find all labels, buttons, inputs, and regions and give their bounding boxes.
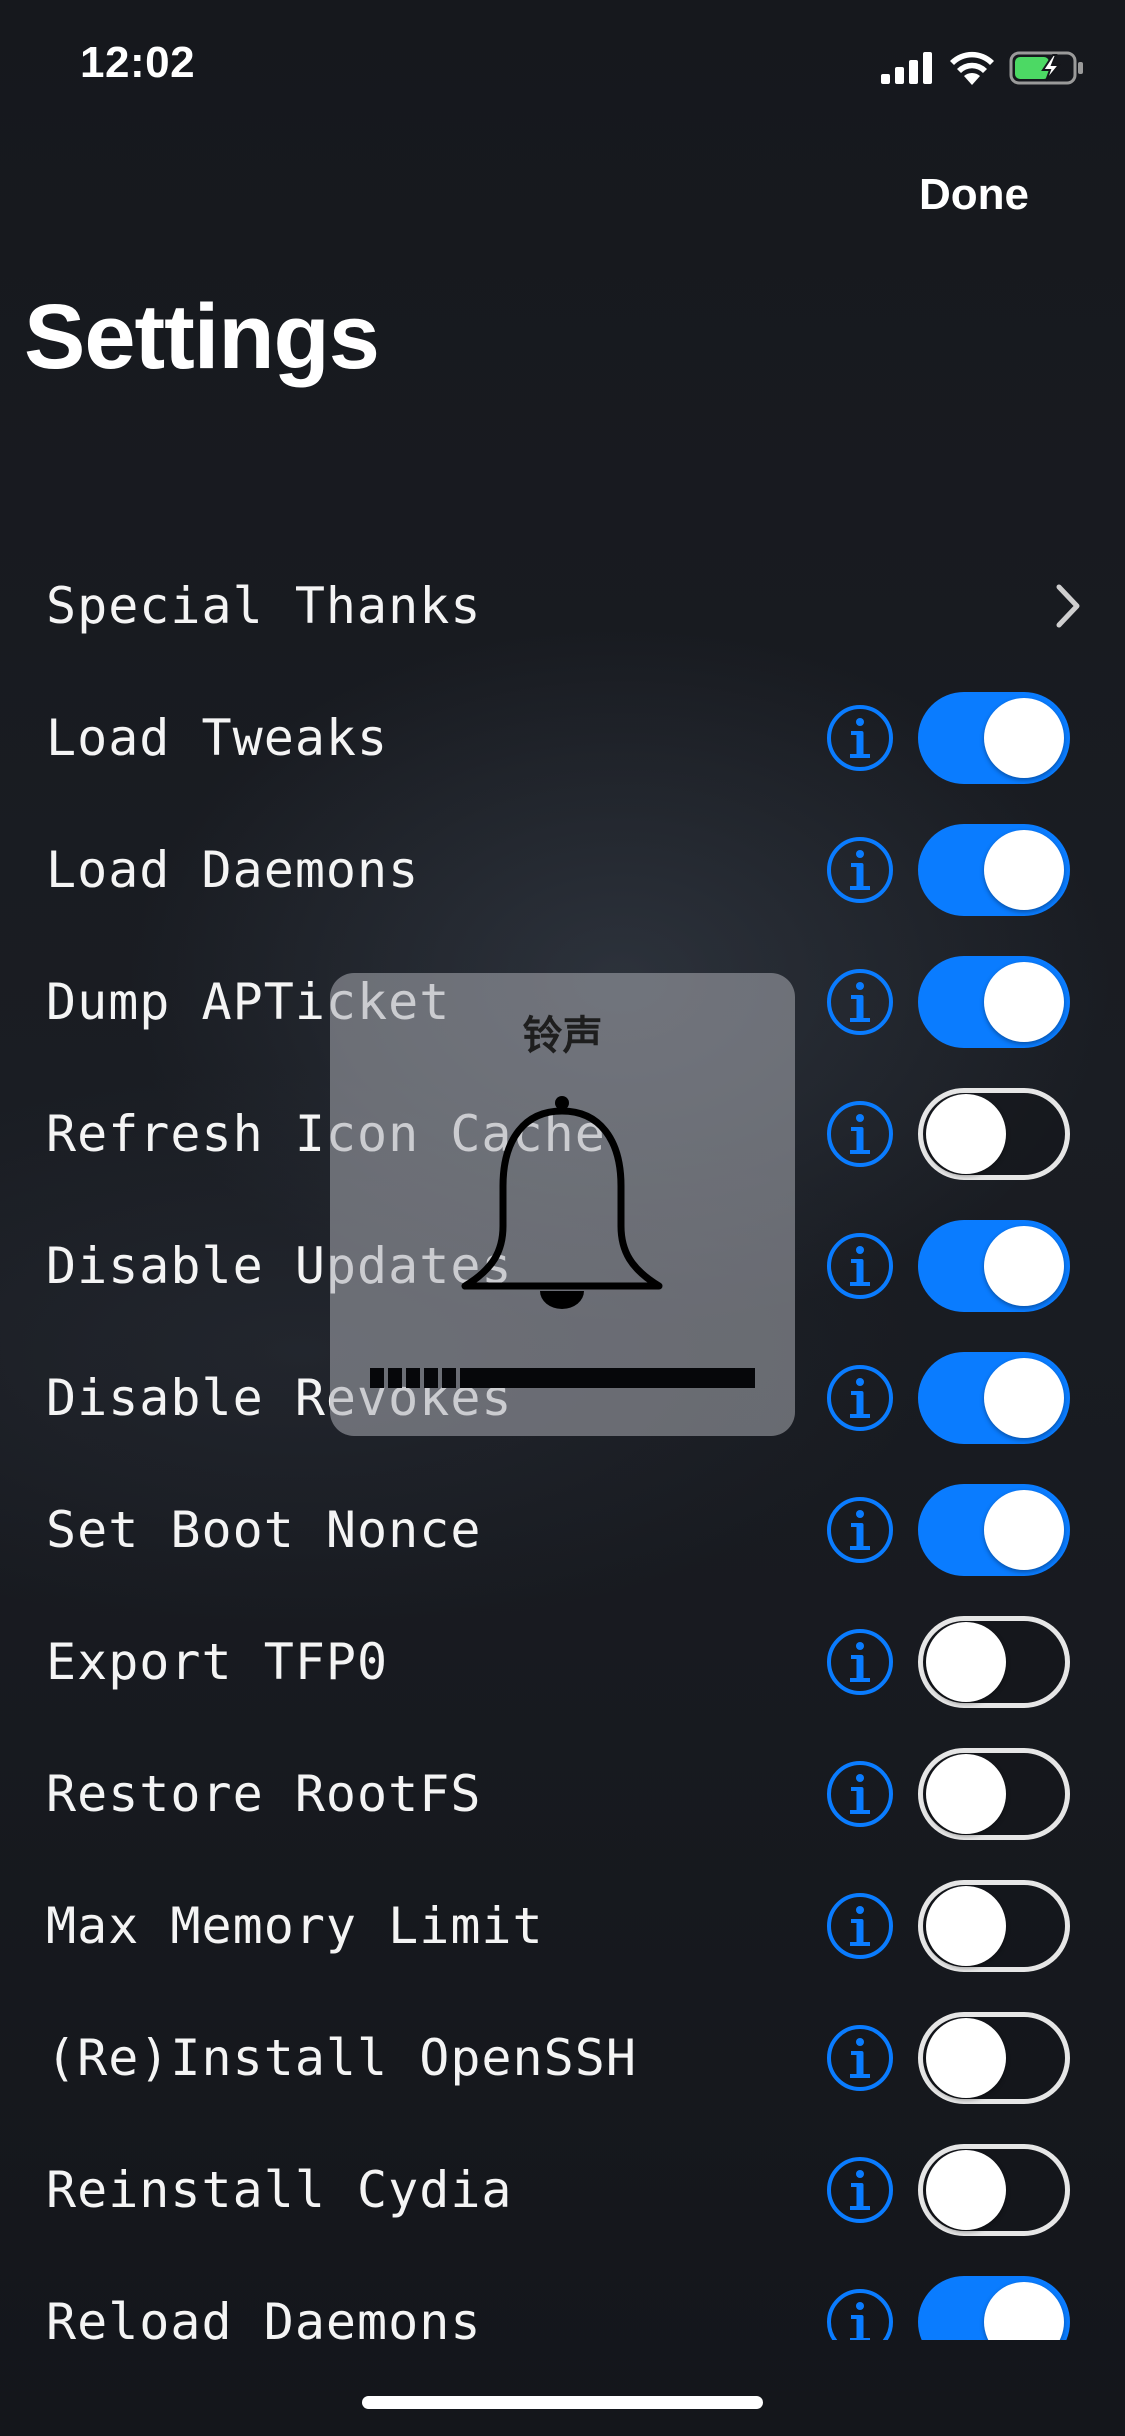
setting-toggle[interactable]: [918, 824, 1070, 916]
setting-toggle[interactable]: [918, 1352, 1070, 1444]
setting-label: Load Tweaks: [46, 709, 389, 767]
setting-row: Set Boot Nonce: [0, 1464, 1125, 1596]
setting-toggle[interactable]: [918, 1748, 1070, 1840]
cellular-signal-icon: [881, 52, 932, 84]
toggle-knob: [984, 698, 1064, 778]
setting-row: Reload Daemons: [0, 2256, 1125, 2340]
toggle-knob: [926, 1094, 1006, 1174]
toggle-knob: [984, 2282, 1064, 2340]
info-icon[interactable]: [825, 1759, 895, 1829]
info-icon[interactable]: [825, 1363, 895, 1433]
info-icon[interactable]: [825, 1891, 895, 1961]
setting-label: Restore RootFS: [46, 1765, 482, 1823]
info-icon[interactable]: [825, 1231, 895, 1301]
toggle-knob: [926, 1886, 1006, 1966]
info-icon[interactable]: [825, 1099, 895, 1169]
info-icon[interactable]: [825, 2287, 895, 2340]
page-title: Settings: [24, 286, 380, 388]
toggle-knob: [984, 1490, 1064, 1570]
toggle-knob: [926, 2150, 1006, 2230]
status-time: 12:02: [80, 38, 196, 87]
bell-icon: [461, 1096, 663, 1309]
home-indicator[interactable]: [362, 2396, 763, 2409]
setting-toggle[interactable]: [918, 2276, 1070, 2340]
info-icon[interactable]: [825, 835, 895, 905]
setting-row: Restore RootFS: [0, 1728, 1125, 1860]
setting-row: Load Daemons: [0, 804, 1125, 936]
done-button[interactable]: Done: [919, 170, 1029, 220]
volume-level-segment: [424, 1368, 438, 1388]
info-icon[interactable]: [825, 1627, 895, 1697]
setting-toggle[interactable]: [918, 1088, 1070, 1180]
special-thanks-row[interactable]: Special Thanks: [0, 540, 1125, 672]
info-icon[interactable]: [825, 967, 895, 1037]
info-icon[interactable]: [825, 2023, 895, 2093]
volume-hud: 铃声: [330, 973, 795, 1436]
setting-toggle[interactable]: [918, 956, 1070, 1048]
setting-label: Load Daemons: [46, 841, 420, 899]
volume-level-segment: [406, 1368, 420, 1388]
volume-level-fill: [460, 1368, 755, 1388]
setting-toggle[interactable]: [918, 1616, 1070, 1708]
info-icon[interactable]: [825, 703, 895, 773]
setting-row: Reinstall Cydia: [0, 2124, 1125, 2256]
setting-label: Max Memory Limit: [46, 1897, 544, 1955]
setting-row: (Re)Install OpenSSH: [0, 1992, 1125, 2124]
setting-toggle[interactable]: [918, 1880, 1070, 1972]
battery-charging-icon: [1009, 51, 1083, 85]
volume-level-bar: [370, 1368, 755, 1388]
status-icons: [881, 48, 1085, 88]
toggle-knob: [926, 2018, 1006, 2098]
setting-toggle[interactable]: [918, 2144, 1070, 2236]
volume-level-segment: [370, 1368, 384, 1388]
setting-label: Reload Daemons: [46, 2293, 482, 2340]
setting-label: Reinstall Cydia: [46, 2161, 513, 2219]
setting-toggle[interactable]: [918, 1220, 1070, 1312]
toggle-knob: [926, 1754, 1006, 1834]
setting-label: (Re)Install OpenSSH: [46, 2029, 637, 2087]
toggle-knob: [984, 962, 1064, 1042]
setting-label: Set Boot Nonce: [46, 1501, 482, 1559]
wifi-icon: [950, 51, 994, 85]
volume-hud-title: 铃声: [522, 1013, 603, 1059]
toggle-knob: [984, 1226, 1064, 1306]
setting-label: Export TFP0: [46, 1633, 389, 1691]
volume-level-segment: [442, 1368, 456, 1388]
setting-row: Max Memory Limit: [0, 1860, 1125, 1992]
volume-level-segment: [388, 1368, 402, 1388]
info-icon[interactable]: [825, 2155, 895, 2225]
settings-list: Special Thanks Load Tweaks Load Daemons Du…: [0, 540, 1125, 2340]
setting-toggle[interactable]: [918, 692, 1070, 784]
setting-row: Export TFP0: [0, 1596, 1125, 1728]
status-bar: 12:02: [0, 0, 1125, 140]
info-icon[interactable]: [825, 1495, 895, 1565]
setting-toggle[interactable]: [918, 2012, 1070, 2104]
toggle-knob: [926, 1622, 1006, 1702]
toggle-knob: [984, 830, 1064, 910]
setting-toggle[interactable]: [918, 1484, 1070, 1576]
special-thanks-label: Special Thanks: [46, 577, 482, 635]
toggle-knob: [984, 1358, 1064, 1438]
chevron-right-icon: [1056, 584, 1080, 628]
setting-row: Load Tweaks: [0, 672, 1125, 804]
